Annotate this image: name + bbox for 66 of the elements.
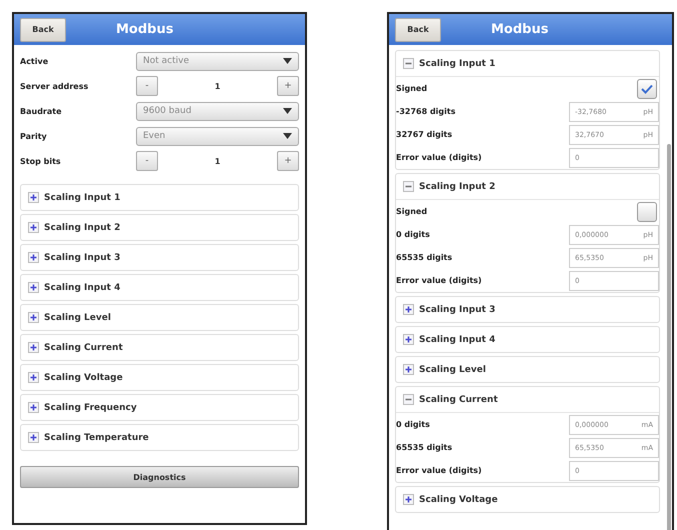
- plus-icon: [28, 402, 39, 413]
- plus-icon: [28, 192, 39, 203]
- plus-icon: [28, 432, 39, 443]
- section-header[interactable]: Scaling Voltage: [419, 494, 498, 504]
- caret-icon: [283, 58, 292, 64]
- plus-icon: [28, 222, 39, 233]
- field-label: Signed: [396, 84, 428, 93]
- minus-icon: [403, 181, 414, 192]
- field-label: 32767 digits: [396, 130, 454, 139]
- field-label: Server address: [20, 82, 90, 90]
- plus-icon: [28, 372, 39, 383]
- plus-icon: [403, 494, 414, 505]
- decrement-button[interactable]: -: [136, 76, 158, 96]
- plus-icon: [403, 304, 414, 315]
- stepper-value: 1: [214, 156, 222, 166]
- checkmark-icon: [641, 84, 653, 94]
- increment-button[interactable]: +: [277, 151, 299, 171]
- field-label: Error value (digits): [396, 153, 483, 162]
- field-label: 0 digits: [396, 230, 431, 239]
- section-header[interactable]: Scaling Voltage: [44, 372, 123, 382]
- section-header[interactable]: Scaling Current: [44, 342, 123, 352]
- section-header[interactable]: Scaling Input 3: [419, 304, 496, 314]
- field-label: Error value (digits): [396, 276, 483, 285]
- field-label: Error value (digits): [396, 466, 483, 475]
- screen-title: Modbus: [116, 22, 174, 37]
- section-header[interactable]: Scaling Frequency: [44, 402, 137, 412]
- section-header[interactable]: Scaling Input 2: [44, 222, 120, 232]
- field-label: 65535 digits: [396, 253, 454, 262]
- screen-title: Modbus: [491, 22, 548, 37]
- caret-icon: [283, 108, 292, 114]
- checkbox[interactable]: [637, 202, 657, 222]
- minus-icon: [403, 58, 414, 69]
- section-header[interactable]: Scaling Input 1: [419, 58, 496, 68]
- plus-icon: [28, 282, 39, 293]
- plus-icon: [28, 342, 39, 353]
- field-label: Active: [20, 56, 50, 66]
- section-header[interactable]: Scaling Temperature: [44, 432, 149, 442]
- section-header[interactable]: Scaling Level: [419, 364, 486, 374]
- caret-icon: [283, 133, 292, 139]
- field-label: Signed: [396, 207, 428, 216]
- section-header[interactable]: Scaling Input 3: [44, 252, 120, 262]
- diagnostics-button[interactable]: Diagnostics: [20, 466, 299, 488]
- increment-button[interactable]: +: [277, 76, 299, 96]
- field-label: 0 digits: [396, 420, 431, 429]
- back-button[interactable]: Back: [395, 18, 441, 42]
- field-label: -32768 digits: [396, 107, 456, 116]
- stepper-value: 1: [214, 82, 222, 90]
- field-label: Stop bits: [20, 156, 62, 166]
- plus-icon: [403, 364, 414, 375]
- section-header[interactable]: Scaling Input 4: [419, 334, 496, 344]
- section-header[interactable]: Scaling Level: [44, 312, 111, 322]
- section-header[interactable]: Scaling Current: [419, 394, 498, 404]
- plus-icon: [28, 252, 39, 263]
- plus-icon: [28, 312, 39, 323]
- field-label: Parity: [20, 132, 48, 140]
- field-label: Baudrate: [20, 106, 63, 116]
- section-header[interactable]: Scaling Input 1: [44, 192, 120, 202]
- plus-icon: [403, 334, 414, 345]
- field-label: 65535 digits: [396, 443, 454, 452]
- checkbox[interactable]: [637, 78, 657, 98]
- minus-icon: [403, 394, 414, 405]
- back-button[interactable]: Back: [20, 18, 66, 42]
- decrement-button[interactable]: -: [136, 151, 158, 171]
- section-header[interactable]: Scaling Input 2: [419, 182, 496, 192]
- section-header[interactable]: Scaling Input 4: [44, 282, 120, 292]
- scrollbar[interactable]: [667, 144, 671, 530]
